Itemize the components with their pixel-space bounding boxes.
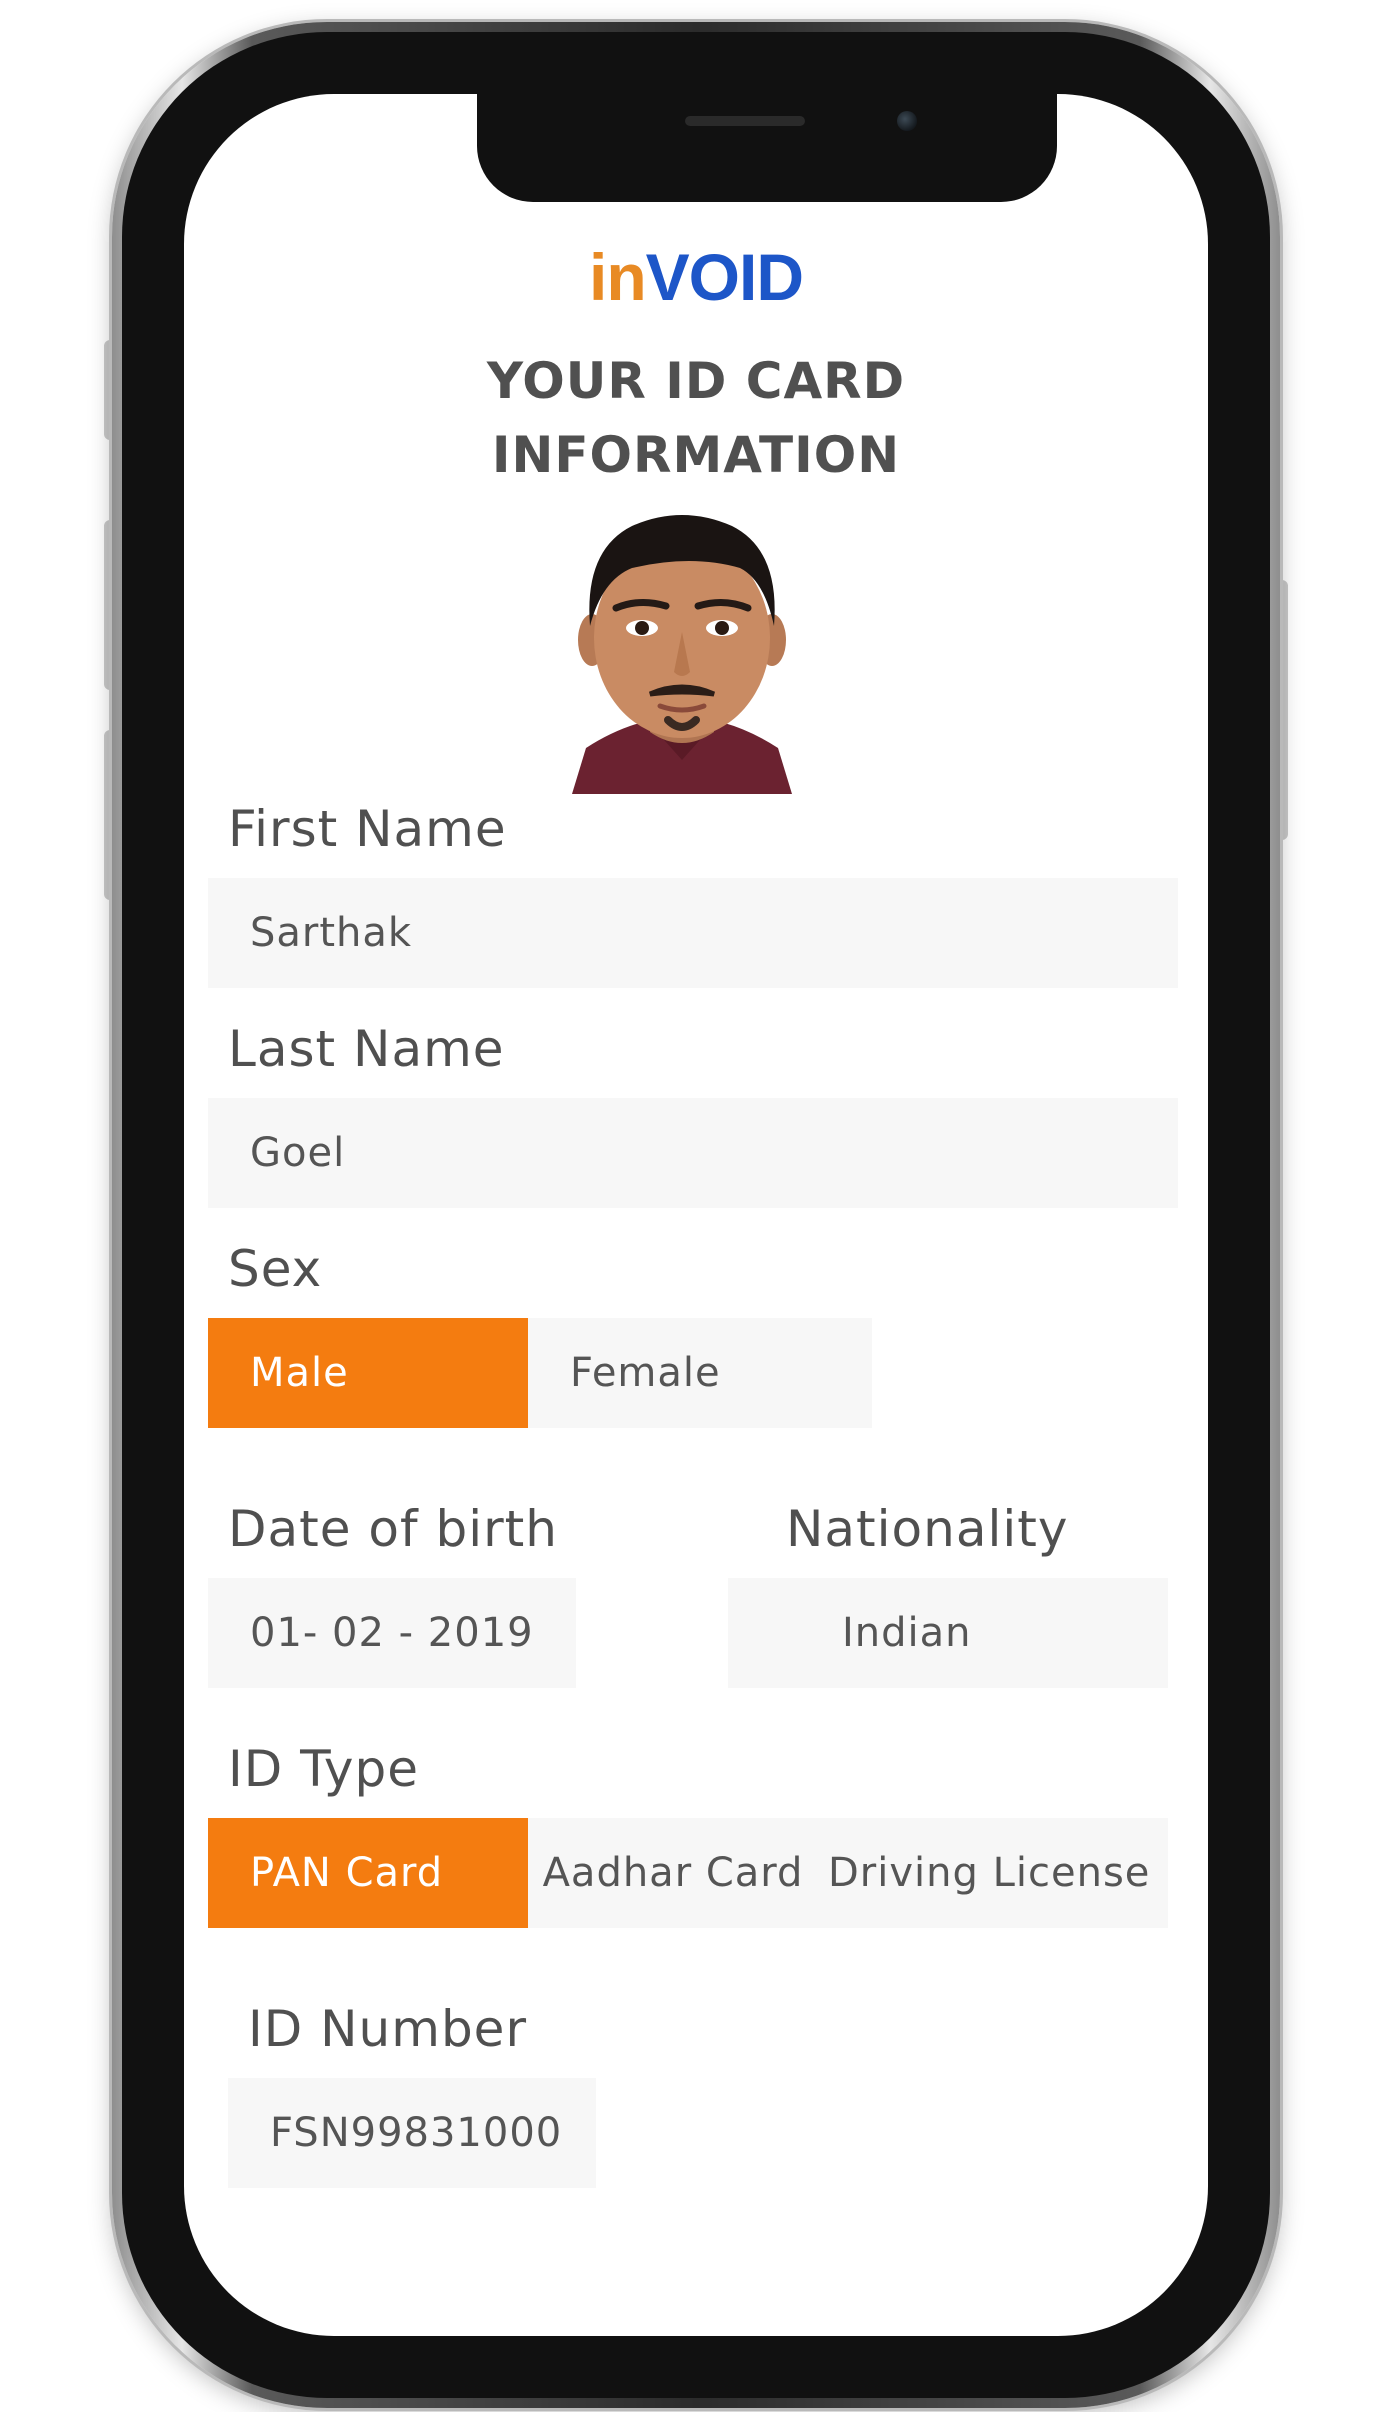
id-type-label: ID Type: [228, 1740, 419, 1798]
date-of-birth-field[interactable]: 01- 02 - 2019: [208, 1578, 576, 1688]
date-of-birth-label: Date of birth: [228, 1500, 558, 1558]
brand-name: VOID: [645, 240, 804, 314]
page-title-line-2: INFORMATION: [491, 426, 901, 484]
id-photo: [572, 510, 792, 794]
sex-label: Sex: [228, 1240, 323, 1298]
last-name-label: Last Name: [228, 1020, 505, 1078]
speaker-grille: [685, 116, 805, 126]
phone-frame: inVOID YOUR ID CARD INFORMATION First Na…: [112, 22, 1280, 2408]
first-name-field[interactable]: Sarthak: [208, 878, 1178, 988]
page-title-line-1: YOUR ID CARD: [486, 352, 906, 410]
sex-option-female[interactable]: Female: [528, 1318, 872, 1428]
phone-screen: inVOID YOUR ID CARD INFORMATION First Na…: [184, 94, 1208, 2336]
id-number-label: ID Number: [248, 2000, 527, 2058]
id-type-option-pan-card[interactable]: PAN Card: [208, 1818, 528, 1928]
notch: [477, 94, 1057, 202]
nationality-label: Nationality: [786, 1500, 1069, 1558]
last-name-field[interactable]: Goel: [208, 1098, 1178, 1208]
id-type-option-driving-license[interactable]: Driving License: [818, 1818, 1168, 1928]
first-name-label: First Name: [228, 800, 507, 858]
id-number-field[interactable]: FSN99831000: [228, 2078, 596, 2188]
brand-prefix: in: [588, 240, 647, 314]
id-type-option-aadhar-card[interactable]: Aadhar Card: [528, 1818, 818, 1928]
nationality-field[interactable]: Indian: [728, 1578, 1168, 1688]
brand-logo: inVOID: [184, 244, 1208, 310]
portrait-image: [572, 515, 792, 794]
front-camera-icon: [897, 111, 917, 131]
page-title: YOUR ID CARD INFORMATION: [184, 344, 1208, 492]
sex-option-male[interactable]: Male: [208, 1318, 528, 1428]
